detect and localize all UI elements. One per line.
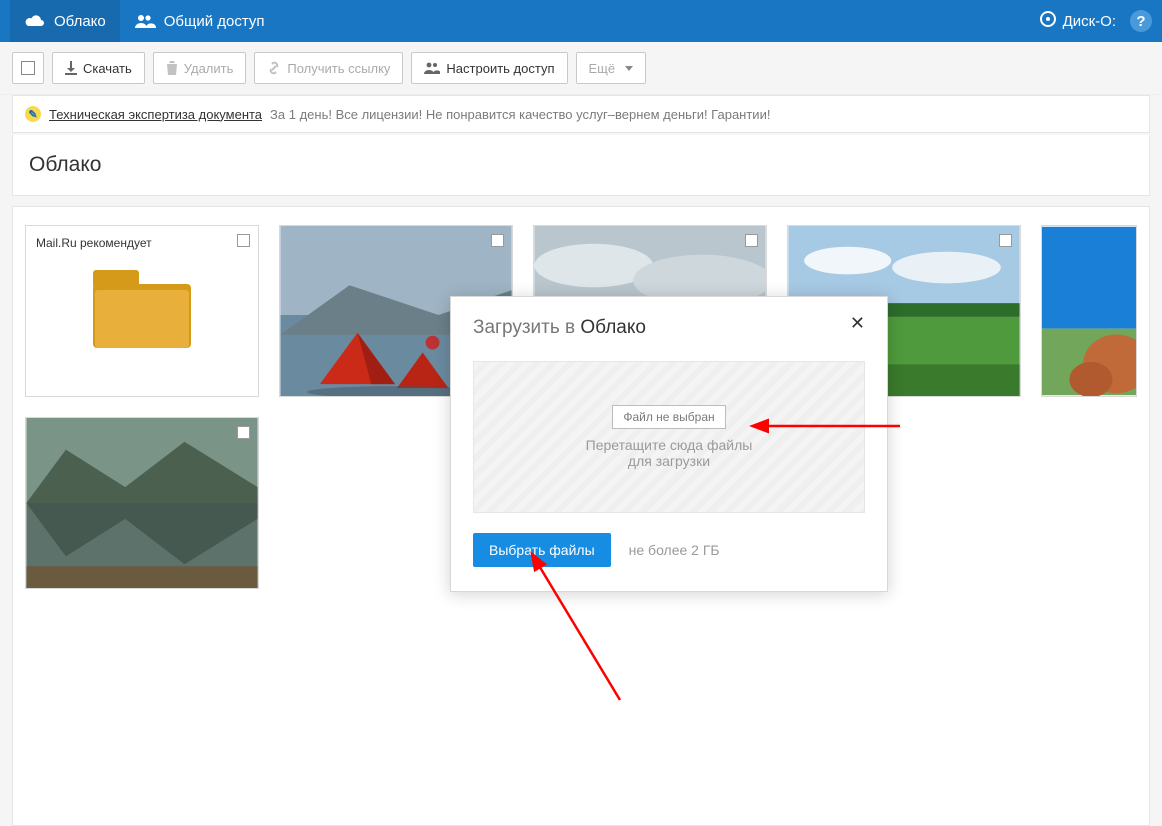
folder-icon [93, 270, 191, 348]
upload-dropzone[interactable]: Файл не выбран Перетащите сюда файлы для… [473, 361, 865, 513]
dropzone-line1: Перетащите сюда файлы [586, 437, 753, 453]
disko-link[interactable]: Диск-О: [1039, 10, 1116, 32]
tile-checkbox[interactable] [745, 234, 758, 247]
topbar: Облако Общий доступ Диск-О: ? [0, 0, 1162, 42]
people-icon [134, 13, 156, 29]
recommend-tile[interactable]: Mail.Ru рекомендует [25, 225, 259, 397]
page-title: Облако [12, 135, 1150, 196]
photo-tile-4[interactable] [1041, 225, 1137, 397]
nav-cloud-label: Облако [54, 13, 106, 30]
tile-checkbox[interactable] [999, 234, 1012, 247]
modal-title-target: Облако [580, 317, 646, 338]
getlink-label: Получить ссылку [287, 61, 390, 76]
tile-checkbox[interactable] [491, 234, 504, 247]
download-button[interactable]: Скачать [52, 52, 145, 84]
access-button[interactable]: Настроить доступ [411, 52, 567, 84]
help-label: ? [1136, 13, 1145, 30]
select-files-button[interactable]: Выбрать файлы [473, 533, 611, 567]
nav-shared[interactable]: Общий доступ [120, 0, 279, 42]
tile-checkbox[interactable] [237, 426, 250, 439]
dropzone-hint: Перетащите сюда файлы для загрузки [586, 437, 753, 469]
delete-button[interactable]: Удалить [153, 52, 247, 84]
people-small-icon [424, 62, 440, 74]
help-button[interactable]: ? [1130, 10, 1152, 32]
more-button[interactable]: Ещё [576, 52, 647, 84]
delete-label: Удалить [184, 61, 234, 76]
chevron-down-icon [625, 66, 633, 71]
upload-limit-note: не более 2 ГБ [629, 542, 720, 558]
checkbox-icon [21, 61, 35, 75]
ad-badge-icon: ✎ [25, 106, 41, 122]
download-icon [65, 61, 77, 75]
file-status-chip: Файл не выбран [612, 405, 725, 429]
photo-tile-5[interactable] [25, 417, 259, 589]
toolbar: Скачать Удалить Получить ссылку Настроит… [0, 42, 1162, 95]
tile-checkbox[interactable] [237, 234, 250, 247]
dropzone-line2: для загрузки [586, 453, 753, 469]
photo-thumb [1042, 226, 1136, 396]
nav-cloud[interactable]: Облако [10, 0, 120, 42]
disko-label: Диск-О: [1063, 13, 1116, 30]
cloud-icon [24, 13, 46, 29]
modal-title-prefix: Загрузить в [473, 317, 580, 338]
more-label: Ещё [589, 61, 616, 76]
recommend-label: Mail.Ru рекомендует [36, 236, 248, 250]
ad-link[interactable]: Техническая экспертиза документа [49, 107, 262, 122]
download-label: Скачать [83, 61, 132, 76]
photo-thumb [26, 418, 258, 588]
access-label: Настроить доступ [446, 61, 554, 76]
upload-modal: Загрузить в Облако ✕ Файл не выбран Пере… [450, 296, 888, 592]
select-all-checkbox[interactable] [12, 52, 44, 84]
ad-text: За 1 день! Все лицензии! Не понравится к… [270, 107, 770, 122]
modal-title: Загрузить в Облако [473, 317, 646, 339]
link-icon [267, 61, 281, 75]
nav-shared-label: Общий доступ [164, 13, 265, 30]
getlink-button[interactable]: Получить ссылку [254, 52, 403, 84]
modal-close-button[interactable]: ✕ [850, 317, 865, 329]
disk-icon [1039, 10, 1057, 32]
ad-banner: ✎ Техническая экспертиза документа За 1 … [12, 95, 1150, 133]
trash-icon [166, 61, 178, 75]
